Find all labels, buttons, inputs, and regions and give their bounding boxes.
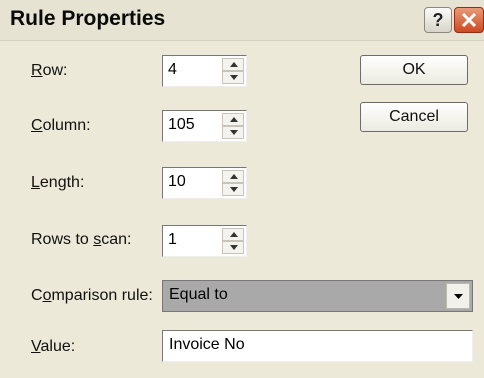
comparison-rule-select[interactable]: Equal to (162, 280, 473, 312)
row-spinbox[interactable]: 4 (162, 55, 247, 87)
comparison-rule-label: Comparison rule: (31, 287, 153, 304)
length-spinbox[interactable]: 10 (162, 167, 247, 199)
comparison-rule-value: Equal to (169, 286, 228, 303)
value-text: Invoice No (169, 336, 245, 353)
rows-to-scan-spin-down[interactable] (222, 241, 244, 254)
arrow-up-icon (230, 117, 238, 122)
rule-properties-dialog: Rule Properties ? Row: 4 Column: 105 Len… (0, 0, 484, 378)
column-spin-up[interactable] (222, 113, 244, 126)
rows-to-scan-spin-up[interactable] (222, 228, 244, 241)
column-spin-down[interactable] (222, 126, 244, 139)
length-label: Length: (31, 174, 85, 191)
row-label: Row: (31, 62, 68, 79)
value-input[interactable]: Invoice No (162, 330, 473, 362)
arrow-up-icon (230, 174, 238, 179)
row-spin-up[interactable] (222, 58, 244, 71)
question-icon: ? (432, 10, 444, 30)
arrow-down-icon (230, 75, 238, 80)
comparison-rule-dropdown-button[interactable] (446, 283, 470, 309)
arrow-down-icon (230, 245, 238, 250)
length-value: 10 (168, 173, 186, 190)
title-bar[interactable]: Rule Properties ? (0, 0, 484, 41)
length-spin-down[interactable] (222, 183, 244, 196)
ok-button[interactable]: OK (360, 55, 468, 85)
arrow-down-icon (230, 130, 238, 135)
row-spin-down[interactable] (222, 71, 244, 84)
close-button[interactable] (454, 7, 484, 33)
arrow-up-icon (230, 232, 238, 237)
window-title: Rule Properties (10, 7, 166, 30)
column-label: Column: (31, 117, 91, 134)
arrow-down-icon (230, 187, 238, 192)
value-label: Value: (31, 338, 76, 355)
column-value: 105 (168, 116, 195, 133)
rows-to-scan-value: 1 (168, 231, 177, 248)
length-spin-up[interactable] (222, 170, 244, 183)
column-spinbox[interactable]: 105 (162, 110, 247, 142)
row-value: 4 (168, 61, 177, 78)
chevron-down-icon (454, 294, 463, 299)
rows-to-scan-label: Rows to scan: (31, 231, 132, 248)
arrow-up-icon (230, 62, 238, 67)
close-icon (461, 13, 477, 27)
cancel-button[interactable]: Cancel (360, 102, 468, 132)
rows-to-scan-spinbox[interactable]: 1 (162, 225, 247, 257)
help-button[interactable]: ? (424, 7, 452, 33)
